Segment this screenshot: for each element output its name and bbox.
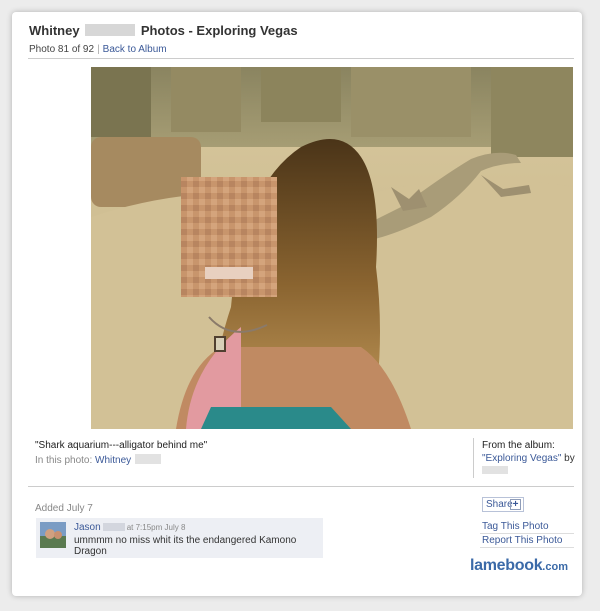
- vertical-divider: [473, 438, 474, 478]
- album-link[interactable]: "Exploring Vegas": [482, 453, 561, 464]
- comment-item: Jason at 7:15pm July 8 ummmm no miss whit…: [36, 518, 323, 558]
- share-button[interactable]: Share +: [482, 497, 524, 512]
- tagged-person-link[interactable]: Whitney: [95, 455, 131, 466]
- photo-navigation: Photo 81 of 92 | Back to Album: [29, 44, 167, 55]
- share-label: Share: [486, 499, 513, 510]
- comment-timestamp: at 7:15pm July 8: [126, 523, 186, 532]
- redacted-name-block: [135, 454, 162, 464]
- divider: [480, 547, 574, 548]
- album-info: "Exploring Vegas" by: [482, 453, 575, 464]
- divider: [28, 58, 574, 59]
- comment-text: ummmm no miss whit its the endangered Ka…: [74, 535, 297, 557]
- plus-icon: +: [510, 499, 521, 510]
- report-photo-link[interactable]: Report This Photo: [482, 535, 562, 546]
- main-photo[interactable]: [91, 67, 573, 429]
- divider: [28, 486, 574, 487]
- album-from-label: From the album:: [482, 440, 555, 451]
- title-album-name: Photos - Exploring Vegas: [140, 23, 298, 38]
- redacted-owner-block: [482, 466, 508, 474]
- photo-caption: "Shark aquarium---alligator behind me": [35, 440, 208, 451]
- added-date: Added July 7: [35, 503, 93, 514]
- redacted-name-block: [102, 523, 125, 531]
- redacted-name-block: [85, 24, 136, 36]
- watermark-tld: .com: [542, 561, 568, 573]
- tagged-people: In this photo: Whitney: [35, 454, 162, 466]
- in-photo-label: In this photo:: [35, 455, 93, 466]
- album-by-label: by: [564, 453, 575, 464]
- avatar[interactable]: [40, 522, 66, 548]
- watermark-brand: lamebook: [470, 557, 543, 574]
- photo-counter: Photo 81 of 92: [29, 44, 95, 55]
- separator: |: [97, 44, 100, 55]
- title-owner-name: Whitney: [29, 23, 80, 38]
- photo-page-card: Whitney Photos - Exploring Vegas Photo 8…: [12, 12, 582, 596]
- comment-header: Jason at 7:15pm July 8: [74, 522, 185, 533]
- page-title: Whitney Photos - Exploring Vegas: [29, 23, 298, 38]
- lamebook-watermark-logo: lamebook.com: [470, 557, 568, 575]
- comment-author-link[interactable]: Jason: [74, 522, 101, 533]
- tag-photo-link[interactable]: Tag This Photo: [482, 521, 549, 532]
- back-to-album-link[interactable]: Back to Album: [103, 44, 167, 55]
- divider: [480, 533, 574, 534]
